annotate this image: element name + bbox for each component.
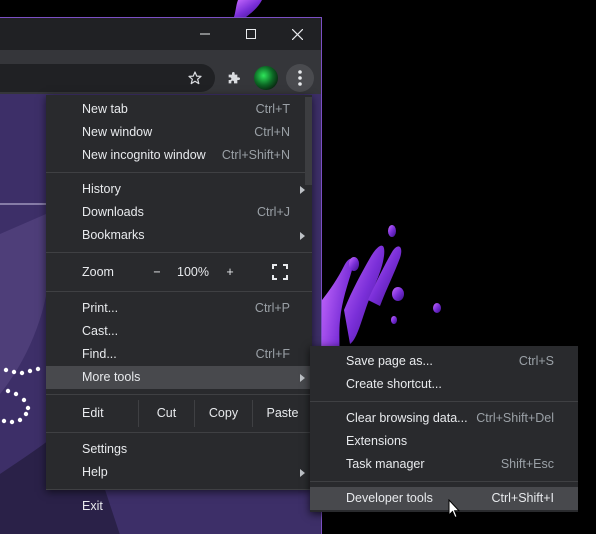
menu-item-label: Bookmarks — [82, 228, 145, 242]
shortcut-text: Ctrl+Shift+Del — [476, 411, 554, 425]
star-icon — [188, 71, 202, 85]
more-tools-submenu: Save page as... Ctrl+S Create shortcut..… — [310, 346, 578, 512]
fullscreen-icon[interactable] — [272, 264, 288, 280]
menu-divider — [46, 394, 312, 395]
paste-button[interactable]: Paste — [252, 400, 312, 427]
menu-divider — [46, 252, 312, 253]
edit-label: Edit — [82, 406, 104, 420]
edit-row: Edit Cut Copy Paste — [46, 400, 312, 427]
menu-divider — [46, 432, 312, 433]
menu-item-print[interactable]: Print... Ctrl+P — [46, 297, 312, 320]
zoom-in-button[interactable]: + — [223, 258, 237, 286]
menu-item-label: Help — [82, 465, 108, 479]
menu-item-label: Clear browsing data... — [346, 411, 468, 425]
menu-item-history[interactable]: History — [46, 178, 312, 201]
extensions-button[interactable] — [220, 64, 248, 92]
menu-item-label: Settings — [82, 442, 128, 456]
submenu-item-save-page-as[interactable]: Save page as... Ctrl+S — [310, 350, 578, 373]
menu-item-label: History — [82, 182, 121, 196]
menu-item-label: Cast... — [82, 324, 119, 338]
kebab-menu-icon — [298, 70, 302, 86]
zoom-row: Zoom − 100% + — [46, 258, 312, 286]
submenu-item-task-manager[interactable]: Task manager Shift+Esc — [310, 453, 578, 476]
menu-item-new-incognito-window[interactable]: New incognito window Ctrl+Shift+N — [46, 144, 312, 167]
menu-item-new-tab[interactable]: New tab Ctrl+T — [46, 98, 312, 121]
submenu-arrow-icon — [300, 469, 305, 477]
submenu-arrow-icon — [300, 232, 305, 240]
shortcut-text: Ctrl+F — [255, 347, 290, 361]
submenu-item-developer-tools[interactable]: Developer tools Ctrl+Shift+I — [310, 487, 578, 510]
menu-divider — [310, 481, 578, 482]
menu-item-label: Exit — [82, 499, 103, 513]
profile-button[interactable] — [252, 64, 280, 92]
menu-divider — [46, 172, 312, 173]
minimize-button[interactable] — [182, 18, 228, 50]
menu-item-label: Save page as... — [346, 354, 433, 368]
shortcut-text: Shift+Esc — [500, 457, 554, 471]
menu-item-help[interactable]: Help — [46, 461, 312, 484]
submenu-item-extensions[interactable]: Extensions — [310, 430, 578, 453]
shortcut-text: Ctrl+J — [257, 205, 290, 219]
menu-item-label: More tools — [82, 370, 141, 384]
menu-item-label: New tab — [82, 102, 128, 116]
zoom-level: 100% — [177, 265, 209, 279]
chrome-main-menu: New tab Ctrl+T New window Ctrl+N New inc… — [46, 95, 312, 513]
zoom-label: Zoom — [82, 265, 114, 279]
menu-item-downloads[interactable]: Downloads Ctrl+J — [46, 201, 312, 224]
menu-item-bookmarks[interactable]: Bookmarks — [46, 224, 312, 247]
menu-divider — [46, 291, 312, 292]
title-bar — [0, 18, 321, 50]
mouse-cursor-icon — [448, 499, 460, 519]
menu-item-settings[interactable]: Settings — [46, 438, 312, 461]
menu-item-exit[interactable]: Exit — [46, 495, 312, 518]
minimize-icon — [200, 33, 210, 35]
submenu-arrow-icon — [300, 374, 305, 382]
shortcut-text: Ctrl+Shift+I — [491, 491, 554, 505]
puzzle-icon — [228, 72, 240, 84]
shortcut-text: Ctrl+N — [254, 125, 290, 139]
menu-item-label: Print... — [82, 301, 119, 315]
menu-item-label: Create shortcut... — [346, 377, 442, 391]
shortcut-text: Ctrl+T — [255, 102, 290, 116]
menu-item-label: Developer tools — [346, 491, 433, 505]
menu-item-label: Extensions — [346, 434, 408, 448]
menu-item-label: Downloads — [82, 205, 144, 219]
submenu-arrow-icon — [300, 186, 305, 194]
avatar — [254, 66, 278, 90]
menu-item-label: Find... — [82, 347, 117, 361]
menu-divider — [310, 401, 578, 402]
close-button[interactable] — [274, 18, 320, 50]
copy-button[interactable]: Copy — [194, 400, 252, 427]
menu-item-find[interactable]: Find... Ctrl+F — [46, 343, 312, 366]
menu-item-new-window[interactable]: New window Ctrl+N — [46, 121, 312, 144]
zoom-out-button[interactable]: − — [150, 258, 164, 286]
submenu-item-clear-browsing-data[interactable]: Clear browsing data... Ctrl+Shift+Del — [310, 407, 578, 430]
bookmark-star-button[interactable] — [181, 64, 209, 92]
menu-item-label: New incognito window — [82, 148, 206, 162]
maximize-icon — [246, 29, 256, 39]
close-icon — [291, 28, 303, 40]
cut-button[interactable]: Cut — [138, 400, 194, 427]
chrome-menu-button[interactable] — [286, 64, 314, 92]
shortcut-text: Ctrl+S — [518, 354, 554, 368]
menu-item-label: New window — [82, 125, 153, 139]
menu-divider — [46, 489, 312, 490]
menu-item-cast[interactable]: Cast... — [46, 320, 312, 343]
browser-toolbar — [0, 50, 321, 94]
shortcut-text: Ctrl+Shift+N — [221, 148, 290, 162]
shortcut-text: Ctrl+P — [254, 301, 290, 315]
maximize-button[interactable] — [228, 18, 274, 50]
submenu-item-create-shortcut[interactable]: Create shortcut... — [310, 373, 578, 396]
menu-item-more-tools[interactable]: More tools — [46, 366, 312, 389]
menu-item-label: Task manager — [346, 457, 425, 471]
